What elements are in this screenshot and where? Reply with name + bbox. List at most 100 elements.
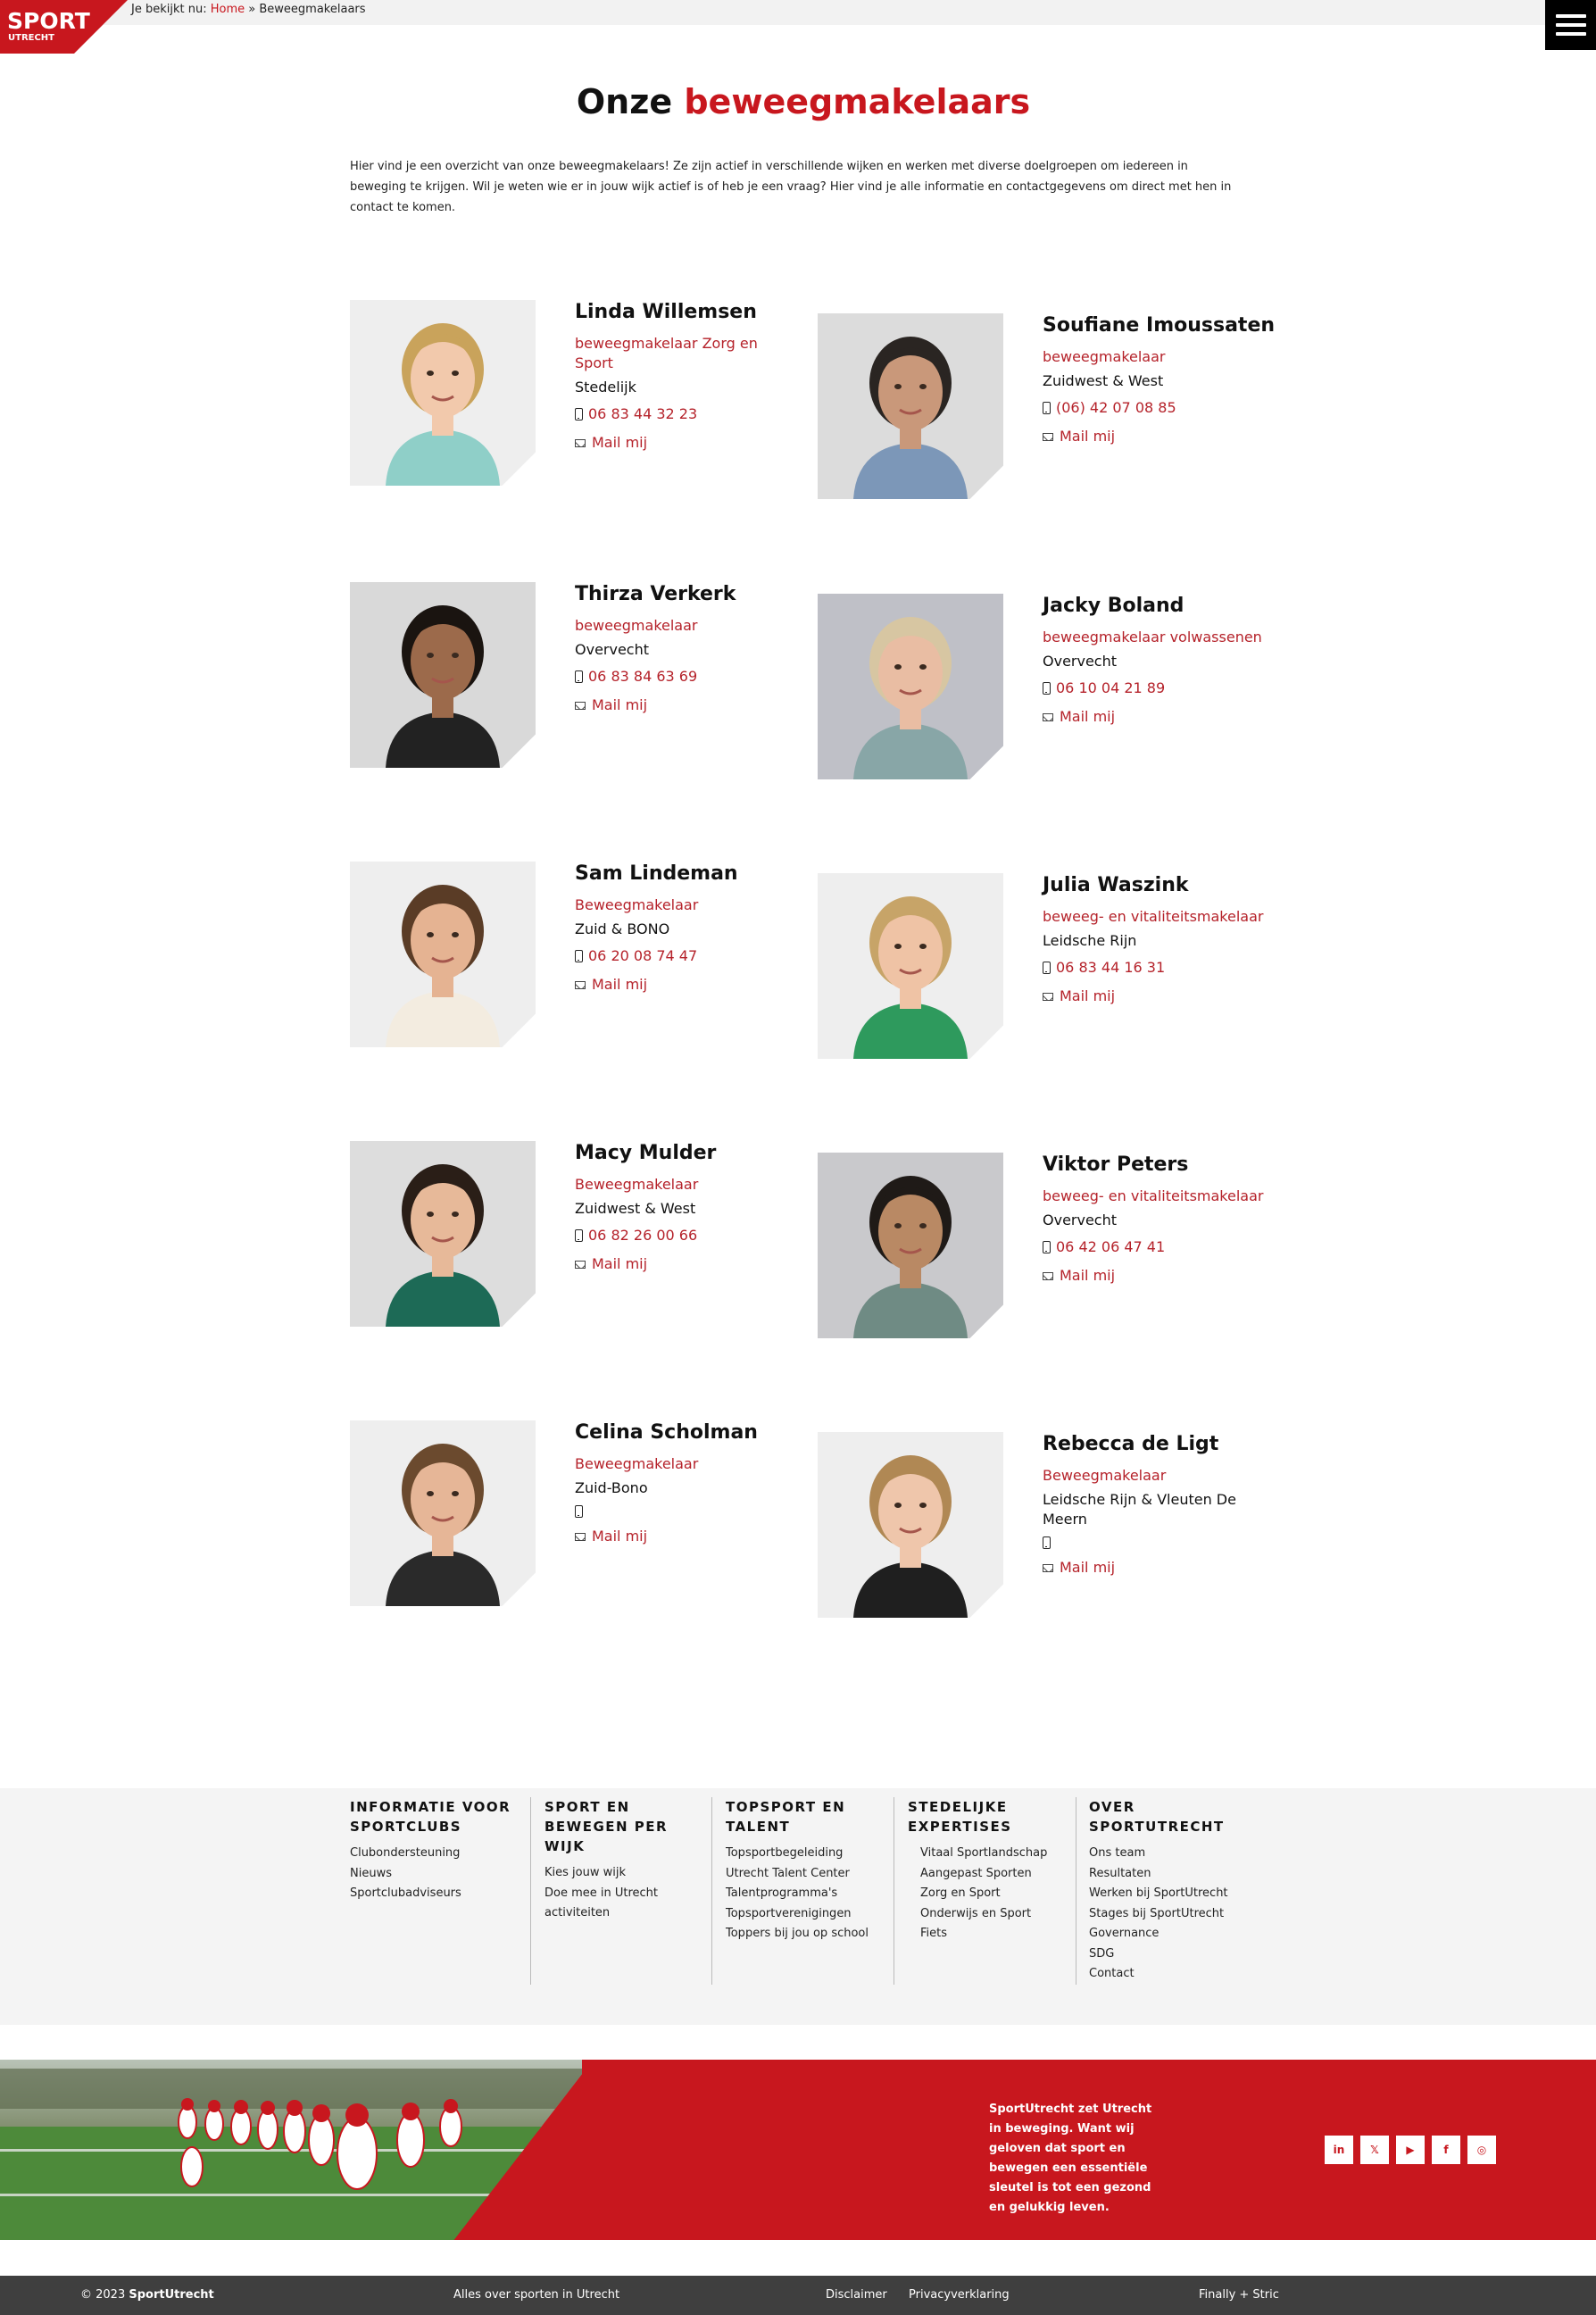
member-photo	[818, 594, 1003, 779]
page-title-part1: Onze	[576, 82, 673, 121]
footer-link[interactable]: Sportclubadviseurs	[350, 1884, 520, 1904]
footer-link[interactable]: Onderwijs en Sport	[920, 1904, 1068, 1925]
team-member-card: Macy Mulder Beweegmakelaar Zuidwest & West…	[350, 1141, 814, 1330]
privacy-link[interactable]: Privacyverklaring	[909, 2288, 1010, 2302]
member-phone-link[interactable]: 06 83 44 16 31	[1043, 958, 1266, 978]
x-icon[interactable]: 𝕏	[1360, 2136, 1389, 2164]
member-phone-link[interactable]: 06 10 04 21 89	[1043, 679, 1266, 698]
member-phone: (06) 42 07 08 85	[1056, 399, 1176, 416]
member-name: Linda Willemsen	[575, 301, 757, 323]
breadcrumb-separator: »	[248, 3, 256, 16]
member-name: Viktor Peters	[1043, 1153, 1189, 1176]
member-mail-label: Mail mij	[592, 1255, 648, 1272]
member-phone-link[interactable]: 06 20 08 74 47	[575, 946, 798, 966]
member-mail-link[interactable]: Mail mij	[575, 1254, 798, 1274]
phone-icon	[1043, 1241, 1051, 1253]
mail-icon	[1043, 432, 1053, 441]
member-area: Leidsche Rijn	[1043, 932, 1137, 949]
footer-link[interactable]: Utrecht Talent Center	[726, 1864, 886, 1885]
footer-link[interactable]: Aangepast Sporten	[920, 1864, 1068, 1885]
instagram-icon[interactable]: ◎	[1467, 2136, 1496, 2164]
footer-link[interactable]: Werken bij SportUtrecht	[1089, 1884, 1250, 1904]
member-mail-link[interactable]: Mail mij	[575, 1527, 798, 1546]
footer-link[interactable]: Kies jouw wijk	[544, 1863, 705, 1884]
phone-icon	[575, 408, 583, 421]
mail-icon	[575, 980, 586, 989]
phone-icon	[1043, 682, 1051, 695]
member-mail-link[interactable]: Mail mij	[575, 433, 798, 453]
footer-divider	[530, 1797, 531, 1985]
member-info: Thirza Verkerk beweegmakelaar Overvecht 06 …	[575, 582, 798, 724]
member-name: Jacky Boland	[1043, 595, 1185, 617]
youtube-icon[interactable]: ▶	[1396, 2136, 1425, 2164]
football-team-photo	[0, 2060, 582, 2240]
member-mail-link[interactable]: Mail mij	[1043, 1266, 1266, 1286]
footer-link[interactable]: Governance	[1089, 1924, 1250, 1944]
member-info: Soufiane Imoussaten beweegmakelaar Zuidwes…	[1043, 313, 1275, 455]
member-mail-link[interactable]: Mail mij	[1043, 1558, 1266, 1578]
member-photo	[350, 1420, 536, 1606]
footer-link[interactable]: Zorg en Sport	[920, 1884, 1068, 1904]
footer-link[interactable]: Topsportbegeleiding	[726, 1844, 886, 1864]
mail-icon	[1043, 1271, 1053, 1280]
member-area: Overvecht	[1043, 1212, 1118, 1228]
mail-icon	[1043, 992, 1053, 1001]
member-area: Zuidwest & West	[1043, 372, 1164, 389]
facebook-icon[interactable]: f	[1432, 2136, 1460, 2164]
footer-link[interactable]: Nieuws	[350, 1864, 520, 1885]
linkedin-icon[interactable]: in	[1325, 2136, 1353, 2164]
member-phone: 06 42 06 47 41	[1056, 1238, 1166, 1255]
bottom-bar: © 2023 SportUtrecht Alles over sporten i…	[0, 2276, 1596, 2315]
disclaimer-link[interactable]: Disclaimer	[826, 2288, 887, 2302]
member-area: Zuid & BONO	[575, 920, 670, 937]
member-phone-link[interactable]	[1043, 1536, 1266, 1549]
banner-text: SportUtrecht zet Utrecht in beweging. Wa…	[989, 2103, 1152, 2214]
svg-text:UTRECHT: UTRECHT	[8, 33, 54, 43]
breadcrumb-home-link[interactable]: Home	[211, 3, 245, 16]
footer-link[interactable]: SDG	[1089, 1944, 1250, 1965]
member-photo	[818, 873, 1003, 1059]
member-mail-link[interactable]: Mail mij	[1043, 427, 1266, 446]
breadcrumb-prefix: Je bekijkt nu:	[131, 3, 207, 16]
team-member-card: Soufiane Imoussaten beweegmakelaar Zuidwes…	[818, 313, 1282, 503]
footer-link[interactable]: Toppers bij jou op school	[726, 1924, 886, 1944]
footer-heading: Over SportUtrecht	[1089, 1799, 1225, 1835]
member-photo	[350, 300, 536, 486]
member-mail-link[interactable]: Mail mij	[575, 975, 798, 995]
footer-link[interactable]: Clubondersteuning	[350, 1844, 520, 1864]
member-name: Rebecca de Ligt	[1043, 1433, 1219, 1455]
footer-link[interactable]: Contact	[1089, 1964, 1250, 1985]
hamburger-icon[interactable]	[1545, 0, 1596, 50]
member-mail-link[interactable]: Mail mij	[1043, 707, 1266, 727]
member-mail-link[interactable]: Mail mij	[575, 695, 798, 715]
footer-link[interactable]: Stages bij SportUtrecht	[1089, 1904, 1250, 1925]
footer-link[interactable]: Talentprogramma's	[726, 1884, 886, 1904]
member-phone-link[interactable]: 06 42 06 47 41	[1043, 1237, 1266, 1257]
phone-icon	[1043, 962, 1051, 974]
footer-divider	[711, 1797, 712, 1985]
footer-heading: Topsport en talent	[726, 1799, 846, 1835]
mail-icon	[1043, 712, 1053, 721]
member-phone-link[interactable]: 06 83 44 32 23	[575, 404, 798, 424]
footer-nav: Informatie voor sportclubs Clubondersteu…	[0, 1788, 1596, 2025]
footer-link[interactable]: Vitaal Sportlandschap	[920, 1844, 1068, 1864]
phone-icon	[575, 950, 583, 962]
member-phone-link[interactable]	[575, 1505, 798, 1518]
footer-link[interactable]: Topsportverenigingen	[726, 1904, 886, 1925]
footer-link[interactable]: activiteiten	[544, 1903, 705, 1924]
footer-link[interactable]: Fiets	[920, 1924, 1068, 1944]
footer-link[interactable]: Resultaten	[1089, 1864, 1250, 1885]
page-title: Onze beweegmakelaars	[0, 82, 1596, 121]
member-phone-link[interactable]: 06 83 84 63 69	[575, 667, 798, 687]
footer-column-topsport: Topsport en talent Topsportbegeleiding Ut…	[726, 1797, 886, 1944]
sportutrecht-logo[interactable]: SPORT UTRECHT	[0, 0, 128, 54]
team-member-card: Sam Lindeman Beweegmakelaar Zuid & BONO 06 …	[350, 862, 814, 1051]
footer-link[interactable]: Doe mee in Utrecht	[544, 1884, 705, 1904]
member-phone: 06 83 44 32 23	[588, 405, 698, 422]
member-phone-link[interactable]: 06 82 26 00 66	[575, 1226, 798, 1245]
member-mail-link[interactable]: Mail mij	[1043, 987, 1266, 1006]
footer-heading: Stedelijke expertises	[908, 1799, 1012, 1835]
footer-link[interactable]: Ons team	[1089, 1844, 1250, 1864]
footer-banner: SportUtrecht zet Utrecht in beweging. Wa…	[0, 2060, 1596, 2240]
member-phone-link[interactable]: (06) 42 07 08 85	[1043, 398, 1266, 418]
